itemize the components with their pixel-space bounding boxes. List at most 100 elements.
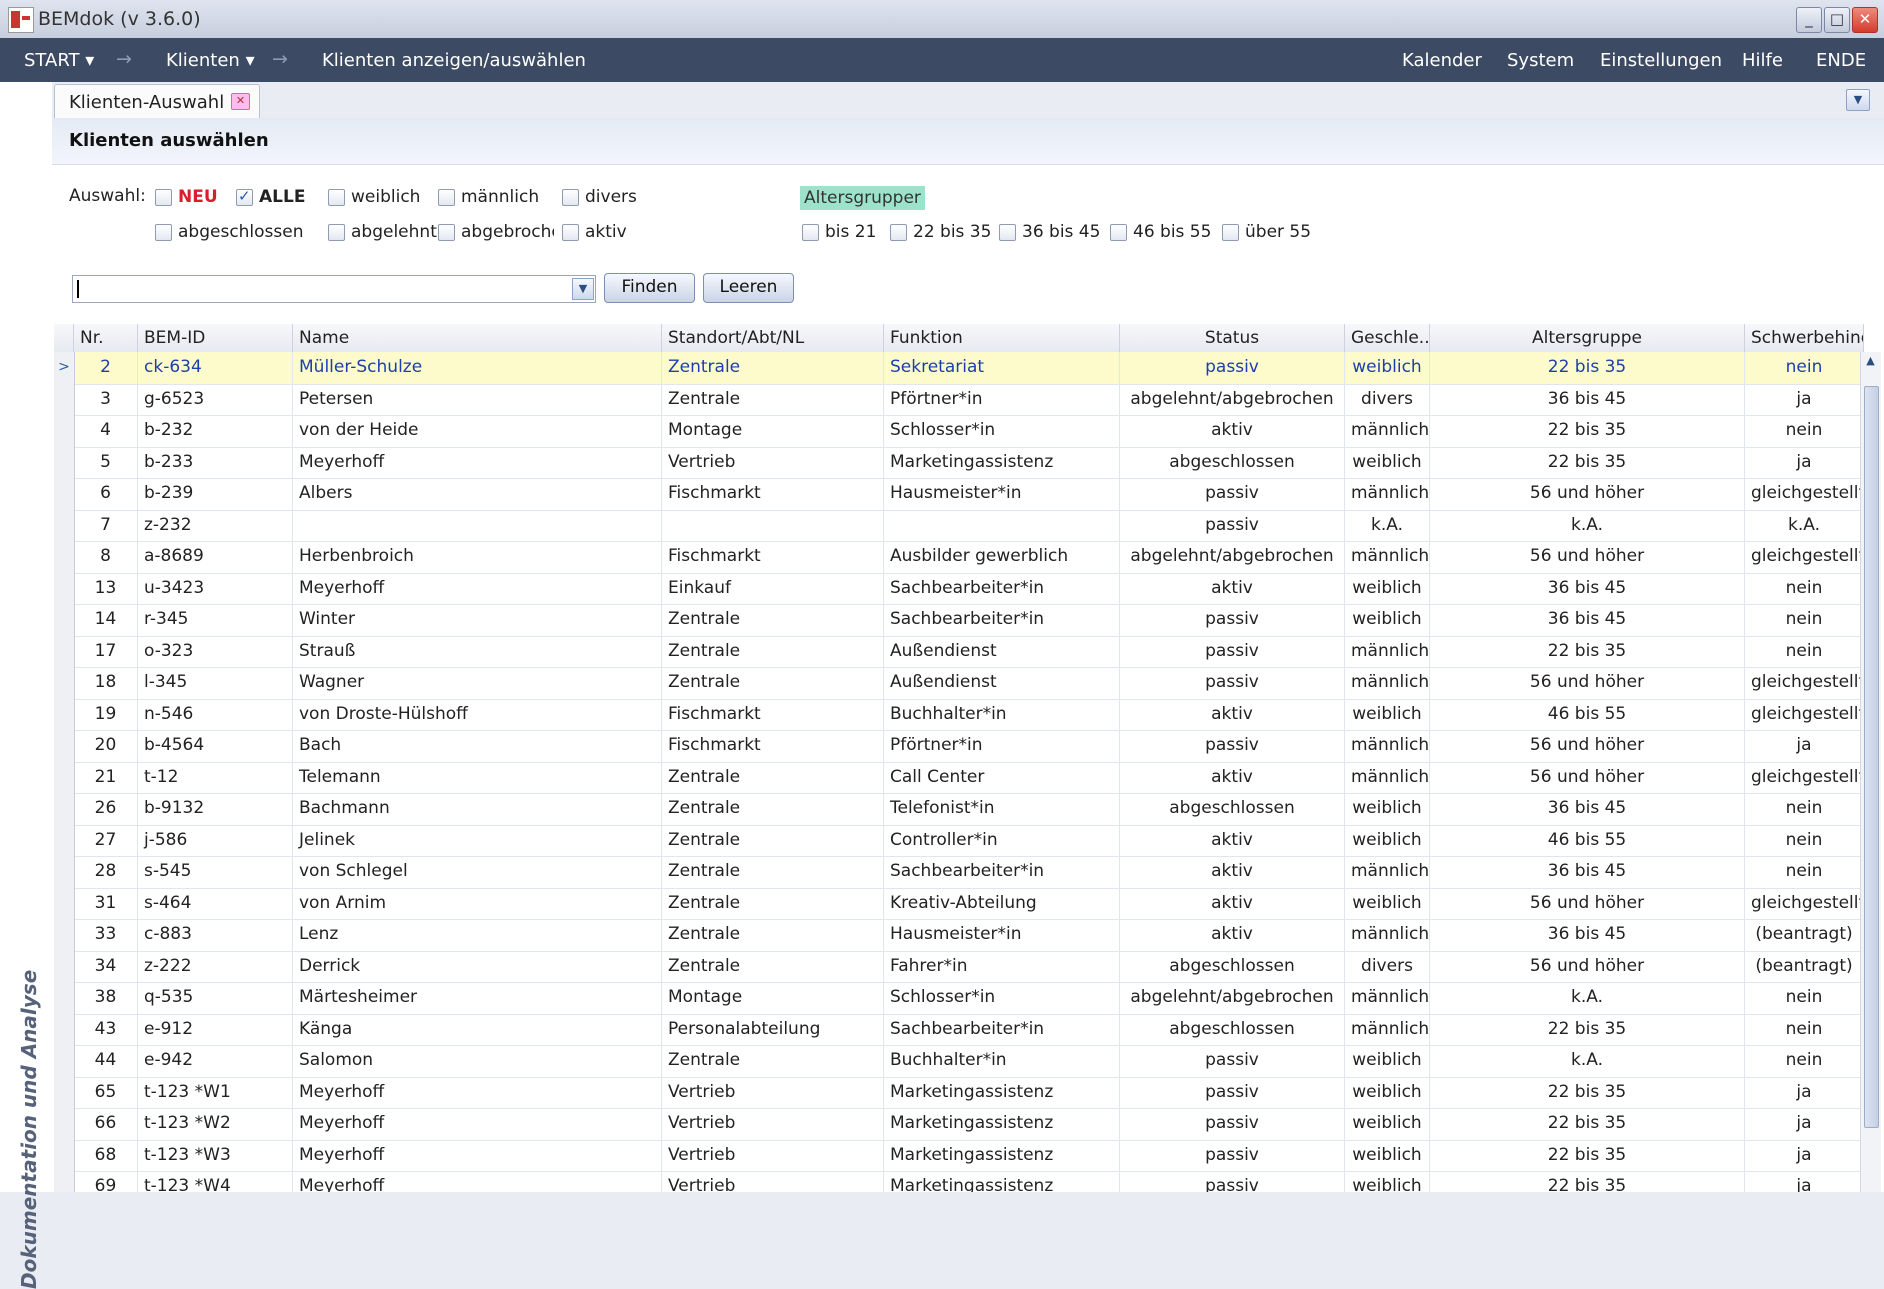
filter-maennlich-label[interactable]: männlich <box>461 187 539 207</box>
menu-system[interactable]: System <box>1507 50 1574 71</box>
clear-button[interactable]: Leeren <box>703 273 794 303</box>
table-row[interactable]: 8 a-8689 Herbenbroich Fischmarkt Ausbilder g… <box>54 541 1864 574</box>
table-row[interactable]: 3 g-6523 Petersen Zentrale Pförtner*in abgele… <box>54 383 1864 416</box>
table-row[interactable]: 33 c-883 Lenz Zentrale Hausmeister*in aktiv mä… <box>54 919 1864 952</box>
row-header[interactable] <box>54 730 75 762</box>
scrollbar-thumb[interactable] <box>1864 386 1879 1128</box>
menu-start[interactable]: START ▾ <box>24 50 94 71</box>
col-nr-header[interactable]: Nr. <box>74 324 138 352</box>
vertical-scrollbar[interactable]: ▲ <box>1860 352 1881 1192</box>
row-header[interactable] <box>54 1045 75 1077</box>
row-header[interactable] <box>54 572 75 604</box>
row-header[interactable] <box>54 761 75 793</box>
age-ueber55-checkbox[interactable] <box>1222 224 1239 241</box>
filter-weiblich-checkbox[interactable] <box>328 189 345 206</box>
maximize-button[interactable]: □ <box>1824 7 1850 33</box>
search-history-dropdown-icon[interactable]: ▼ <box>572 278 594 300</box>
row-header[interactable] <box>54 824 75 856</box>
filter-maennlich-checkbox[interactable] <box>438 189 455 206</box>
col-geschlecht-header[interactable]: Geschle... <box>1345 324 1430 352</box>
col-schwerbehindert-header[interactable]: Schwerbehindert <box>1745 324 1864 352</box>
table-row[interactable]: >2 ck-634 Müller-Schulze Zentrale Sekretaria… <box>54 352 1864 385</box>
table-row[interactable]: 20 b-4564 Bach Fischmarkt Pförtner*in passiv m… <box>54 730 1864 763</box>
menu-kalender[interactable]: Kalender <box>1402 50 1482 71</box>
filter-neu-label[interactable]: NEU <box>178 187 218 207</box>
row-header[interactable] <box>54 950 75 982</box>
table-row[interactable]: 4 b-232 von der Heide Montage Schlosser*in ak… <box>54 415 1864 448</box>
table-row[interactable]: 14 r-345 Winter Zentrale Sachbearbeiter*in pa… <box>54 604 1864 637</box>
row-header[interactable] <box>54 667 75 699</box>
menu-hilfe[interactable]: Hilfe <box>1742 50 1783 71</box>
filter-aktiv-label[interactable]: aktiv <box>585 222 627 242</box>
row-header[interactable] <box>54 919 75 951</box>
row-header[interactable] <box>54 1171 75 1192</box>
age-46-55-label[interactable]: 46 bis 55 <box>1133 222 1211 242</box>
filter-alle-checkbox[interactable] <box>236 187 253 206</box>
filter-alle-label[interactable]: ALLE <box>259 187 305 207</box>
row-header[interactable] <box>54 856 75 888</box>
filter-aktiv-checkbox[interactable] <box>562 224 579 241</box>
table-row[interactable]: 28 s-545 von Schlegel Zentrale Sachbearbeite… <box>54 856 1864 889</box>
table-row[interactable]: 69 t-123 *W4 Meyerhoff Vertrieb Marketingass… <box>54 1171 1864 1192</box>
filter-abgeschlossen-label[interactable]: abgeschlossen <box>178 222 304 242</box>
row-header[interactable]: > <box>54 352 75 384</box>
age-22-35-checkbox[interactable] <box>890 224 907 241</box>
table-row[interactable]: 31 s-464 von Arnim Zentrale Kreativ-Abteilun… <box>54 887 1864 920</box>
filter-abgelehnt-label[interactable]: abgelehnt <box>351 222 437 242</box>
table-row[interactable]: 5 b-233 Meyerhoff Vertrieb Marketingassisten… <box>54 446 1864 479</box>
table-row[interactable]: 21 t-12 Telemann Zentrale Call Center aktiv mä… <box>54 761 1864 794</box>
filter-abgelehnt-checkbox[interactable] <box>328 224 345 241</box>
row-header[interactable] <box>54 1108 75 1140</box>
age-bis21-checkbox[interactable] <box>802 224 819 241</box>
filter-abgebrochen-label[interactable]: abgebroche <box>461 222 554 242</box>
table-row[interactable]: 6 b-239 Albers Fischmarkt Hausmeister*in pass… <box>54 478 1864 511</box>
filter-neu-checkbox[interactable] <box>155 189 172 206</box>
row-header[interactable] <box>54 383 75 415</box>
age-ueber55-label[interactable]: über 55 <box>1245 222 1311 242</box>
table-row[interactable]: 38 q-535 Märtesheimer Montage Schlosser*in ab… <box>54 982 1864 1015</box>
table-row[interactable]: 18 l-345 Wagner Zentrale Außendienst passiv mä… <box>54 667 1864 700</box>
table-row[interactable]: 26 b-9132 Bachmann Zentrale Telefonist*in abg… <box>54 793 1864 826</box>
table-row[interactable]: 17 o-323 Strauß Zentrale Außendienst passiv mä… <box>54 635 1864 668</box>
find-button[interactable]: Finden <box>604 273 695 303</box>
col-funktion-header[interactable]: Funktion <box>884 324 1120 352</box>
age-36-45-label[interactable]: 36 bis 45 <box>1022 222 1100 242</box>
row-header[interactable] <box>54 541 75 573</box>
age-46-55-checkbox[interactable] <box>1110 224 1127 241</box>
table-row[interactable]: 13 u-3423 Meyerhoff Einkauf Sachbearbeiter*i… <box>54 572 1864 605</box>
menu-einstellungen[interactable]: Einstellungen <box>1600 50 1722 71</box>
table-row[interactable]: 19 n-546 von Droste-Hülshoff Fischmarkt Buch… <box>54 698 1864 731</box>
age-36-45-checkbox[interactable] <box>999 224 1016 241</box>
row-header[interactable] <box>54 635 75 667</box>
minimize-button[interactable]: _ <box>1796 7 1822 33</box>
menu-ende[interactable]: ENDE <box>1816 50 1866 71</box>
table-row[interactable]: 68 t-123 *W3 Meyerhoff Vertrieb Marketingass… <box>54 1139 1864 1172</box>
table-row[interactable]: 27 j-586 Jelinek Zentrale Controller*in aktiv… <box>54 824 1864 857</box>
table-row[interactable]: 66 t-123 *W2 Meyerhoff Vertrieb Marketingass… <box>54 1108 1864 1141</box>
row-header[interactable] <box>54 793 75 825</box>
tab-list-menu-icon[interactable]: ▼ <box>1846 89 1870 111</box>
row-header[interactable] <box>54 698 75 730</box>
age-bis21-label[interactable]: bis 21 <box>825 222 876 242</box>
row-header[interactable] <box>54 415 75 447</box>
close-button[interactable]: ✕ <box>1852 7 1878 33</box>
filter-abgeschlossen-checkbox[interactable] <box>155 224 172 241</box>
menu-klienten[interactable]: Klienten ▾ <box>166 50 255 71</box>
age-22-35-label[interactable]: 22 bis 35 <box>913 222 991 242</box>
scroll-up-icon[interactable]: ▲ <box>1863 354 1878 368</box>
col-standort-header[interactable]: Standort/Abt/NL <box>662 324 884 352</box>
filter-weiblich-label[interactable]: weiblich <box>351 187 420 207</box>
row-header[interactable] <box>54 446 75 478</box>
table-row[interactable]: 43 e-912 Känga Personalabteilung Sachbearbei… <box>54 1013 1864 1046</box>
table-row[interactable]: 44 e-942 Salomon Zentrale Buchhalter*in passi… <box>54 1045 1864 1078</box>
row-header[interactable] <box>54 887 75 919</box>
filter-divers-checkbox[interactable] <box>562 189 579 206</box>
menu-klienten-anzeigen[interactable]: Klienten anzeigen/auswählen <box>322 50 586 71</box>
table-row[interactable]: 34 z-222 Derrick Zentrale Fahrer*in abgeschlo… <box>54 950 1864 983</box>
col-status-header[interactable]: Status <box>1120 324 1345 352</box>
row-header[interactable] <box>54 604 75 636</box>
col-altersgruppe-header[interactable]: Altersgruppe <box>1430 324 1745 352</box>
row-header[interactable] <box>54 1139 75 1171</box>
search-input[interactable]: ▼ <box>72 275 596 303</box>
table-row[interactable]: 65 t-123 *W1 Meyerhoff Vertrieb Marketingass… <box>54 1076 1864 1109</box>
